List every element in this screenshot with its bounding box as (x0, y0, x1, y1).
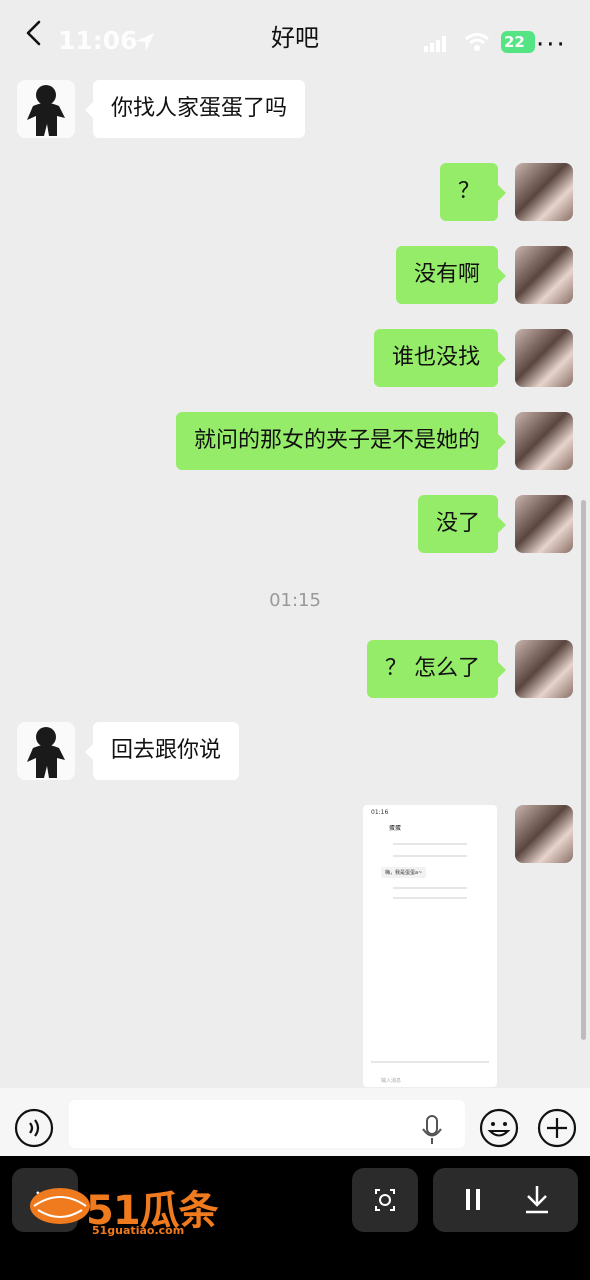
shared-image-input: 输入消息 (381, 1078, 402, 1084)
message-bubble-incoming[interactable]: 回去跟你说 (84, 722, 240, 780)
microphone-icon[interactable] (414, 1112, 450, 1148)
shared-image-contact-name: 蛋蛋 (389, 825, 402, 832)
scrollbar[interactable] (581, 500, 586, 1040)
voice-input-icon[interactable] (14, 1108, 54, 1148)
add-more-icon[interactable] (537, 1108, 577, 1148)
cellular-signal-icon (424, 36, 446, 52)
message-input[interactable] (69, 1100, 465, 1148)
scan-button[interactable] (352, 1168, 418, 1232)
self-avatar[interactable] (515, 495, 573, 553)
contact-avatar[interactable] (17, 80, 75, 138)
message-bubble-outgoing[interactable]: 没有啊 (395, 246, 507, 304)
self-avatar[interactable] (515, 329, 573, 387)
scan-icon (375, 1189, 395, 1211)
self-avatar[interactable] (515, 412, 573, 470)
message-bubble-outgoing[interactable]: ？ (439, 163, 507, 221)
download-icon[interactable] (513, 1168, 578, 1232)
pause-icon[interactable] (433, 1168, 513, 1232)
contact-avatar[interactable] (17, 722, 75, 780)
message-bubble-outgoing[interactable]: 谁也没找 (373, 329, 507, 387)
playback-controls (433, 1168, 578, 1232)
more-options-icon[interactable]: ··· (536, 30, 567, 60)
black-figure-avatar-icon (27, 727, 65, 778)
message-bubble-outgoing[interactable]: 就问的那女的夹子是不是她的 (175, 412, 507, 470)
battery-icon: 22 (501, 31, 535, 53)
chat-timestamp: 01:15 (269, 590, 321, 611)
emoji-icon[interactable] (479, 1108, 519, 1148)
self-avatar[interactable] (515, 163, 573, 221)
shared-screenshot-image[interactable]: 01:16 蛋蛋 嗨，我是蛋蛋a~ 输入消息 (363, 805, 497, 1087)
chat-header: 11:06 好吧 22 ··· (0, 0, 590, 66)
shared-image-time: 01:16 (371, 809, 389, 816)
black-figure-avatar-icon (27, 85, 65, 136)
message-bubble-incoming[interactable]: 你找人家蛋蛋了吗 (84, 80, 306, 138)
shared-image-message: 嗨，我是蛋蛋a~ (381, 867, 427, 878)
watermark-url: 51guatiao.com (92, 1224, 185, 1237)
wifi-icon (465, 33, 489, 51)
message-bubble-outgoing[interactable]: 没了 (417, 495, 507, 553)
self-avatar[interactable] (515, 640, 573, 698)
self-avatar[interactable] (515, 805, 573, 863)
self-avatar[interactable] (515, 246, 573, 304)
message-bubble-outgoing[interactable]: ？ 怎么了 (367, 640, 506, 698)
